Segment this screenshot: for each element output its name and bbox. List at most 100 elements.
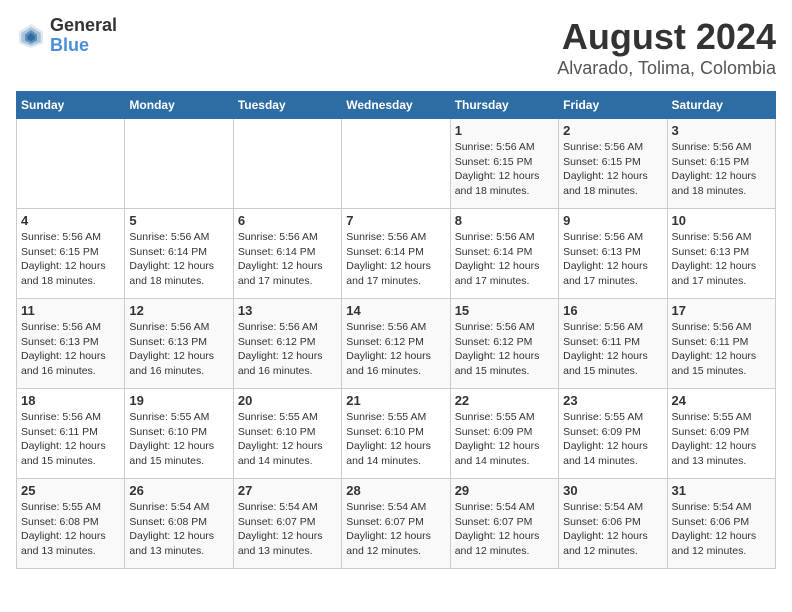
day-number: 11 — [21, 303, 120, 318]
day-number: 17 — [672, 303, 771, 318]
day-number: 14 — [346, 303, 445, 318]
header-monday: Monday — [125, 92, 233, 119]
day-cell: 31 Sunrise: 5:54 AM Sunset: 6:06 PM Dayli… — [667, 479, 775, 569]
calendar-header-row: SundayMondayTuesdayWednesdayThursdayFrid… — [17, 92, 776, 119]
day-info: Sunrise: 5:56 AM Sunset: 6:14 PM Dayligh… — [129, 230, 228, 289]
day-info: Sunrise: 5:54 AM Sunset: 6:08 PM Dayligh… — [129, 500, 228, 559]
day-cell — [125, 119, 233, 209]
day-info: Sunrise: 5:54 AM Sunset: 6:07 PM Dayligh… — [346, 500, 445, 559]
week-row-2: 4 Sunrise: 5:56 AM Sunset: 6:15 PM Daylig… — [17, 209, 776, 299]
day-info: Sunrise: 5:55 AM Sunset: 6:10 PM Dayligh… — [346, 410, 445, 469]
day-cell: 28 Sunrise: 5:54 AM Sunset: 6:07 PM Dayli… — [342, 479, 450, 569]
day-cell: 12Sunrise: 5:56 AM Sunset: 6:13 PM Dayli… — [125, 299, 233, 389]
day-info: Sunrise: 5:56 AM Sunset: 6:15 PM Dayligh… — [672, 140, 771, 199]
header-sunday: Sunday — [17, 92, 125, 119]
day-cell: 24Sunrise: 5:55 AM Sunset: 6:09 PM Dayli… — [667, 389, 775, 479]
day-info: Sunrise: 5:54 AM Sunset: 6:06 PM Dayligh… — [672, 500, 771, 559]
day-cell: 27 Sunrise: 5:54 AM Sunset: 6:07 PM Dayli… — [233, 479, 341, 569]
day-cell: 6Sunrise: 5:56 AM Sunset: 6:14 PM Daylig… — [233, 209, 341, 299]
day-info: Sunrise: 5:55 AM Sunset: 6:10 PM Dayligh… — [238, 410, 337, 469]
day-number: 30 — [563, 483, 662, 498]
day-number: 25 — [21, 483, 120, 498]
day-cell: 1Sunrise: 5:56 AM Sunset: 6:15 PM Daylig… — [450, 119, 558, 209]
header-tuesday: Tuesday — [233, 92, 341, 119]
day-cell: 19 Sunrise: 5:55 AM Sunset: 6:10 PM Dayli… — [125, 389, 233, 479]
day-cell: 25 Sunrise: 5:55 AM Sunset: 6:08 PM Dayli… — [17, 479, 125, 569]
day-info: Sunrise: 5:56 AM Sunset: 6:12 PM Dayligh… — [238, 320, 337, 379]
day-number: 26 — [129, 483, 228, 498]
calendar-subtitle: Alvarado, Tolima, Colombia — [557, 58, 776, 79]
day-cell: 29 Sunrise: 5:54 AM Sunset: 6:07 PM Dayli… — [450, 479, 558, 569]
day-number: 15 — [455, 303, 554, 318]
day-info: Sunrise: 5:56 AM Sunset: 6:11 PM Dayligh… — [672, 320, 771, 379]
day-info: Sunrise: 5:56 AM Sunset: 6:12 PM Dayligh… — [346, 320, 445, 379]
day-number: 29 — [455, 483, 554, 498]
day-number: 28 — [346, 483, 445, 498]
week-row-5: 25 Sunrise: 5:55 AM Sunset: 6:08 PM Dayli… — [17, 479, 776, 569]
day-number: 27 — [238, 483, 337, 498]
day-info: Sunrise: 5:56 AM Sunset: 6:12 PM Dayligh… — [455, 320, 554, 379]
day-number: 10 — [672, 213, 771, 228]
day-number: 31 — [672, 483, 771, 498]
logo-line2: Blue — [50, 36, 117, 56]
day-cell: 13 Sunrise: 5:56 AM Sunset: 6:12 PM Dayli… — [233, 299, 341, 389]
day-info: Sunrise: 5:56 AM Sunset: 6:11 PM Dayligh… — [21, 410, 120, 469]
day-info: Sunrise: 5:55 AM Sunset: 6:09 PM Dayligh… — [455, 410, 554, 469]
header-saturday: Saturday — [667, 92, 775, 119]
day-cell: 20Sunrise: 5:55 AM Sunset: 6:10 PM Dayli… — [233, 389, 341, 479]
day-info: Sunrise: 5:54 AM Sunset: 6:07 PM Dayligh… — [238, 500, 337, 559]
day-cell: 10 Sunrise: 5:56 AM Sunset: 6:13 PM Dayli… — [667, 209, 775, 299]
day-cell: 4 Sunrise: 5:56 AM Sunset: 6:15 PM Daylig… — [17, 209, 125, 299]
logo-line1: General — [50, 16, 117, 36]
day-info: Sunrise: 5:56 AM Sunset: 6:14 PM Dayligh… — [455, 230, 554, 289]
day-cell: 23Sunrise: 5:55 AM Sunset: 6:09 PM Dayli… — [559, 389, 667, 479]
day-cell — [233, 119, 341, 209]
day-cell — [342, 119, 450, 209]
day-info: Sunrise: 5:56 AM Sunset: 6:13 PM Dayligh… — [672, 230, 771, 289]
day-cell: 26 Sunrise: 5:54 AM Sunset: 6:08 PM Dayli… — [125, 479, 233, 569]
day-cell: 5 Sunrise: 5:56 AM Sunset: 6:14 PM Daylig… — [125, 209, 233, 299]
day-cell: 16 Sunrise: 5:56 AM Sunset: 6:11 PM Dayli… — [559, 299, 667, 389]
day-info: Sunrise: 5:56 AM Sunset: 6:11 PM Dayligh… — [563, 320, 662, 379]
day-info: Sunrise: 5:56 AM Sunset: 6:13 PM Dayligh… — [563, 230, 662, 289]
day-cell: 22Sunrise: 5:55 AM Sunset: 6:09 PM Dayli… — [450, 389, 558, 479]
day-cell: 3Sunrise: 5:56 AM Sunset: 6:15 PM Daylig… — [667, 119, 775, 209]
day-info: Sunrise: 5:55 AM Sunset: 6:08 PM Dayligh… — [21, 500, 120, 559]
day-cell: 15 Sunrise: 5:56 AM Sunset: 6:12 PM Dayli… — [450, 299, 558, 389]
day-number: 2 — [563, 123, 662, 138]
day-number: 24 — [672, 393, 771, 408]
day-number: 12 — [129, 303, 228, 318]
day-info: Sunrise: 5:54 AM Sunset: 6:06 PM Dayligh… — [563, 500, 662, 559]
day-cell: 30 Sunrise: 5:54 AM Sunset: 6:06 PM Dayli… — [559, 479, 667, 569]
day-number: 13 — [238, 303, 337, 318]
day-number: 5 — [129, 213, 228, 228]
day-number: 23 — [563, 393, 662, 408]
day-cell: 21Sunrise: 5:55 AM Sunset: 6:10 PM Dayli… — [342, 389, 450, 479]
day-cell: 7Sunrise: 5:56 AM Sunset: 6:14 PM Daylig… — [342, 209, 450, 299]
week-row-4: 18Sunrise: 5:56 AM Sunset: 6:11 PM Dayli… — [17, 389, 776, 479]
day-cell: 14 Sunrise: 5:56 AM Sunset: 6:12 PM Dayli… — [342, 299, 450, 389]
header-wednesday: Wednesday — [342, 92, 450, 119]
day-number: 19 — [129, 393, 228, 408]
header-friday: Friday — [559, 92, 667, 119]
day-number: 4 — [21, 213, 120, 228]
day-number: 9 — [563, 213, 662, 228]
day-info: Sunrise: 5:56 AM Sunset: 6:15 PM Dayligh… — [21, 230, 120, 289]
day-cell: 2 Sunrise: 5:56 AM Sunset: 6:15 PM Daylig… — [559, 119, 667, 209]
day-cell: 18Sunrise: 5:56 AM Sunset: 6:11 PM Dayli… — [17, 389, 125, 479]
day-info: Sunrise: 5:56 AM Sunset: 6:14 PM Dayligh… — [238, 230, 337, 289]
week-row-3: 11Sunrise: 5:56 AM Sunset: 6:13 PM Dayli… — [17, 299, 776, 389]
week-row-1: 1 Sunrise: 5:56 AM Sunset: 6:15 PM Daylig… — [17, 119, 776, 209]
calendar-title: August 2024 — [557, 16, 776, 58]
day-number: 1 — [455, 123, 554, 138]
day-info: Sunrise: 5:56 AM Sunset: 6:15 PM Dayligh… — [563, 140, 662, 199]
header-thursday: Thursday — [450, 92, 558, 119]
logo: General Blue — [16, 16, 117, 56]
day-cell: 11Sunrise: 5:56 AM Sunset: 6:13 PM Dayli… — [17, 299, 125, 389]
day-number: 16 — [563, 303, 662, 318]
day-number: 7 — [346, 213, 445, 228]
day-cell: 8Sunrise: 5:56 AM Sunset: 6:14 PM Daylig… — [450, 209, 558, 299]
day-info: Sunrise: 5:55 AM Sunset: 6:10 PM Dayligh… — [129, 410, 228, 469]
day-cell — [17, 119, 125, 209]
day-info: Sunrise: 5:54 AM Sunset: 6:07 PM Dayligh… — [455, 500, 554, 559]
